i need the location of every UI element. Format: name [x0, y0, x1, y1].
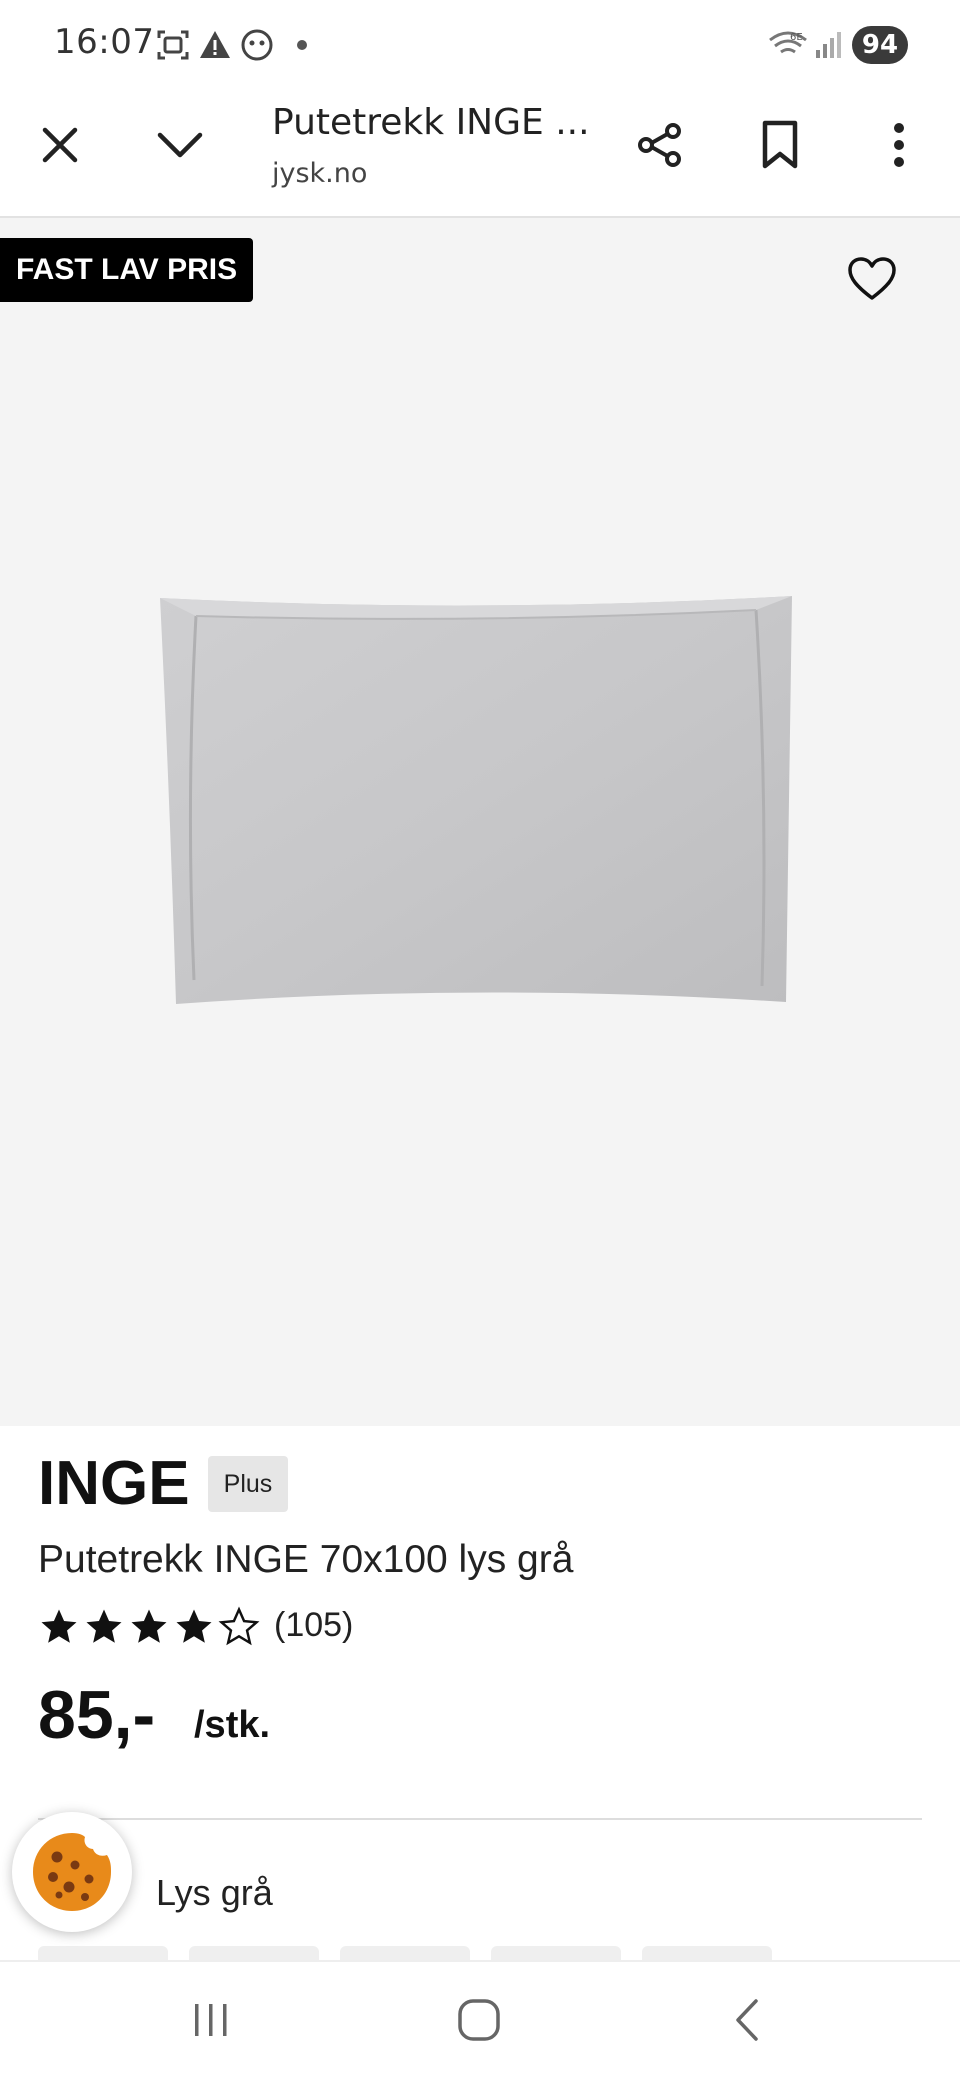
bookmark-button[interactable]: [745, 110, 815, 180]
color-swatch[interactable]: [38, 1946, 168, 1960]
star-empty-icon: [218, 1606, 260, 1646]
product-brand: INGE: [38, 1449, 190, 1518]
share-icon: [638, 123, 681, 167]
back-icon: [736, 1999, 758, 2041]
more-vert-icon: [894, 123, 904, 167]
screenshot-icon: [157, 30, 189, 60]
color-swatch[interactable]: [189, 1946, 319, 1960]
chevron-down-icon: [157, 132, 203, 158]
face-icon: [241, 29, 273, 61]
recent-apps-button[interactable]: [176, 1990, 246, 2050]
dot-icon: [297, 40, 307, 50]
back-button[interactable]: [713, 1990, 783, 2050]
star-filled-icon: [41, 1609, 77, 1643]
home-icon: [458, 1999, 500, 2041]
review-count[interactable]: (105): [274, 1606, 353, 1645]
star-filled-icon: [86, 1609, 122, 1643]
minimize-button[interactable]: [145, 110, 215, 180]
warning-icon: [200, 31, 230, 58]
star-filled-icon: [131, 1609, 167, 1643]
cookie-icon: [33, 1833, 111, 1911]
color-swatch[interactable]: [491, 1946, 621, 1960]
home-button[interactable]: [444, 1990, 514, 2050]
favorite-heart-icon[interactable]: [846, 254, 898, 306]
page-title: Putetrekk INGE ...: [272, 102, 590, 143]
star-filled-icon: [176, 1609, 212, 1643]
color-swatch[interactable]: [642, 1946, 772, 1960]
product-name: Putetrekk INGE 70x100 lys grå: [38, 1538, 574, 1581]
rating-stars[interactable]: [38, 1606, 260, 1648]
page-url: jysk.no: [272, 158, 368, 189]
signal-icon: [816, 32, 841, 58]
product-price: 85,-: [38, 1677, 156, 1753]
status-time: 16:07: [54, 22, 155, 62]
color-swatch[interactable]: [340, 1946, 470, 1960]
battery-indicator: 94: [852, 26, 908, 64]
bookmark-icon: [762, 120, 798, 169]
price-badge: FAST LAV PRIS: [0, 238, 254, 302]
divider: [38, 1818, 922, 1820]
more-options-button[interactable]: [864, 110, 934, 180]
svg-text:6E: 6E: [790, 32, 803, 43]
cookie-consent-button[interactable]: [12, 1812, 132, 1932]
pillow-image: [160, 596, 792, 1004]
plus-badge: Plus: [208, 1456, 288, 1512]
price-unit: /stk.: [194, 1704, 271, 1746]
color-value: Lys grå: [156, 1872, 273, 1913]
wifi-6e-icon: 6E: [769, 31, 807, 54]
share-button[interactable]: [625, 110, 695, 180]
close-button[interactable]: [25, 110, 95, 180]
recent-apps-icon: [195, 2004, 227, 2036]
close-icon: [42, 127, 78, 163]
